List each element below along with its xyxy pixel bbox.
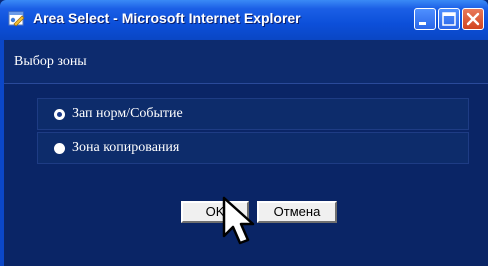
radio-normal-event[interactable]: [54, 109, 65, 120]
dialog-title: Выбор зоны: [14, 54, 87, 69]
option-row-normal-event[interactable]: Зап норм/Событие: [37, 98, 469, 130]
browser-window: Area Select - Microsoft Internet Explore…: [0, 0, 488, 266]
option-label: Зап норм/Событие: [72, 106, 183, 121]
ie-icon: [8, 10, 26, 28]
maximize-icon: [442, 12, 456, 26]
pointer-arrow-icon: [222, 196, 255, 245]
option-label: Зона копирования: [72, 140, 180, 155]
close-icon: [466, 12, 480, 26]
radio-copy-zone[interactable]: [54, 143, 65, 154]
minimize-icon: [419, 22, 426, 25]
close-button[interactable]: [462, 8, 484, 30]
option-row-copy-zone[interactable]: Зона копирования: [37, 132, 469, 164]
dialog-header: Выбор зоны: [4, 40, 488, 84]
title-bar: Area Select - Microsoft Internet Explore…: [0, 0, 488, 40]
cancel-button[interactable]: Отмена: [257, 201, 337, 223]
maximize-button[interactable]: [438, 8, 460, 30]
window-title: Area Select - Microsoft Internet Explore…: [33, 10, 301, 26]
minimize-button[interactable]: [414, 8, 436, 30]
